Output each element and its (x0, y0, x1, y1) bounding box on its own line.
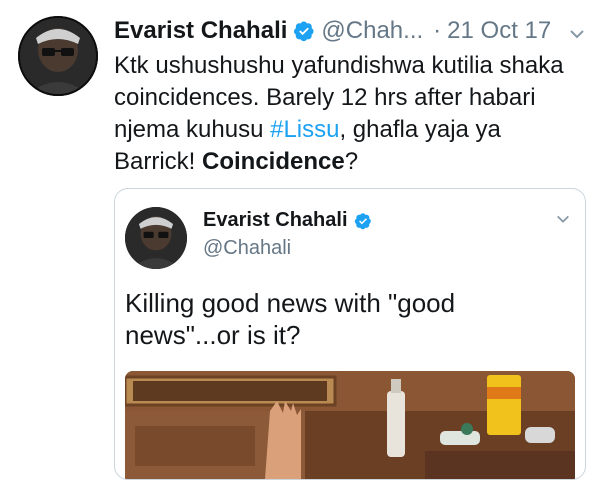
author-name[interactable]: Evarist Chahali (114, 17, 287, 45)
hashtag-link[interactable]: #Lissu (270, 116, 339, 143)
quoted-tweet-text: Killing good news with "good news"...or … (125, 288, 456, 350)
author-handle[interactable]: @Chah... (321, 17, 423, 45)
quoted-tweet-card[interactable]: Evarist Chahali @Chahali Killing good ne… (114, 188, 586, 480)
quoted-author-avatar[interactable] (125, 207, 187, 269)
tweet-text: Ktk ushushushu yafundishwa kutilia shaka… (114, 50, 584, 178)
tweet-text-end: ? (344, 148, 359, 175)
verified-badge-icon (293, 20, 315, 42)
quoted-tweet-image[interactable] (125, 371, 575, 479)
quoted-author-name-row: Evarist Chahali (203, 209, 372, 232)
tweet-header: Evarist Chahali @Chah... · 21 Oct 17 (114, 14, 586, 48)
quoted-author-handle[interactable]: @Chahali (203, 237, 291, 260)
author-avatar[interactable] (18, 16, 98, 96)
tweet-date[interactable]: 21 Oct 17 (447, 17, 551, 45)
chevron-down-icon[interactable] (555, 211, 573, 229)
separator-dot: · (433, 17, 442, 44)
verified-badge-icon (354, 212, 372, 230)
tweet-text-bold: Coincidence (202, 148, 345, 175)
chevron-down-icon[interactable] (568, 22, 586, 40)
quoted-author-name[interactable]: Evarist Chahali (203, 209, 348, 232)
